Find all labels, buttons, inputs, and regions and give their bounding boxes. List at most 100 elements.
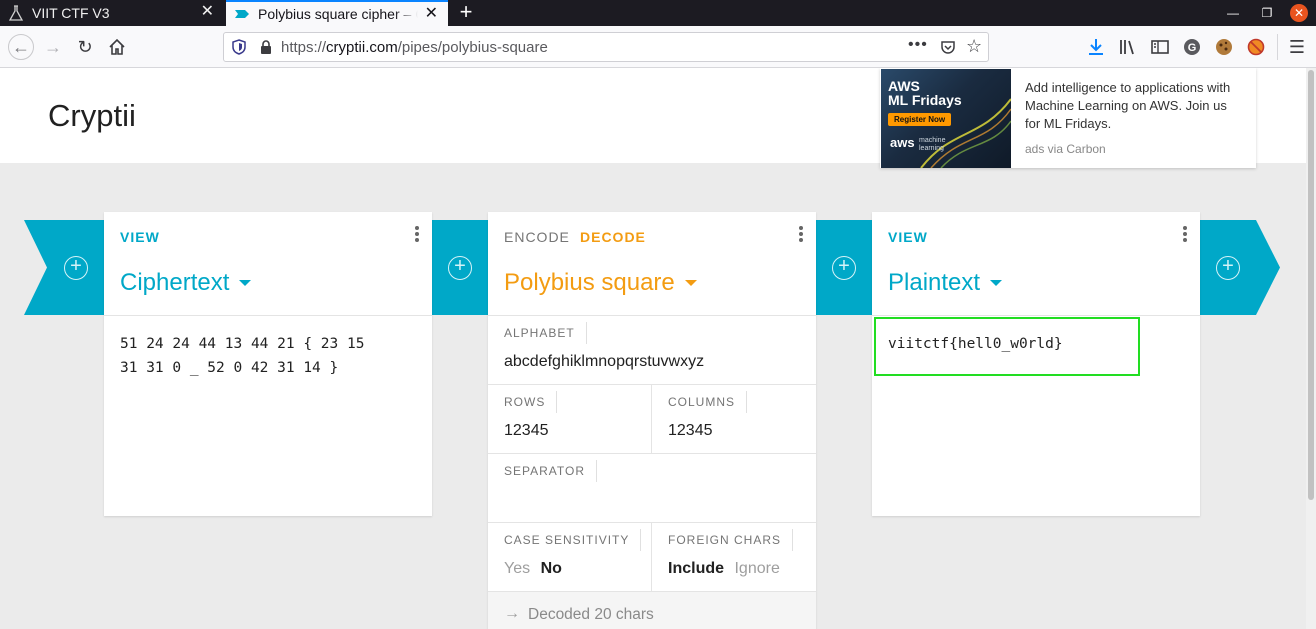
- card-title-label: Plaintext: [888, 269, 981, 296]
- url-bar[interactable]: https://cryptii.com/pipes/polybius-squar…: [223, 32, 989, 62]
- page-actions-more-icon[interactable]: •••: [908, 36, 928, 54]
- status-bar: → Decoded 20 chars: [488, 592, 816, 629]
- polybius-card: ENCODE DECODE Polybius square ALPHABET a…: [488, 212, 816, 629]
- pipe-end-arrow: [1200, 220, 1280, 315]
- url-path: /pipes/polybius-square: [397, 39, 548, 56]
- card-menu-icon[interactable]: [798, 226, 804, 244]
- mode-view[interactable]: VIEW: [888, 229, 928, 245]
- ciphertext-textarea[interactable]: 51 24 24 44 13 44 21 { 23 15 31 31 0 _ 5…: [120, 332, 364, 380]
- card-title-label: Polybius square: [504, 269, 675, 296]
- browser-tab-strip: VIIT CTF V3 ✕ Polybius square cipher – C…: [0, 0, 1316, 26]
- cryptii-icon: [235, 10, 249, 18]
- ciphertext-line: 31 31 0 _ 52 0 42 31 14 }: [120, 360, 339, 376]
- window-controls: — ❐ ✕: [1216, 0, 1316, 26]
- card-title-dropdown[interactable]: Ciphertext: [120, 269, 252, 297]
- scrollbar-thumb[interactable]: [1308, 70, 1314, 500]
- ad-image[interactable]: AWS ML Fridays Register Now aws machine l…: [881, 69, 1011, 168]
- separator-label: SEPARATOR: [504, 460, 598, 482]
- separator-field[interactable]: SEPARATOR: [488, 454, 816, 523]
- case-no-option[interactable]: No: [541, 560, 562, 577]
- bookmark-star-icon[interactable]: ☆: [966, 36, 982, 57]
- foreign-chars-field: FOREIGN CHARS Include Ignore: [652, 523, 816, 591]
- case-sensitivity-label: CASE SENSITIVITY: [504, 529, 642, 551]
- add-brick-icon[interactable]: +: [64, 256, 88, 280]
- arrow-right-icon: →: [504, 605, 520, 622]
- foreign-ignore-option[interactable]: Ignore: [734, 560, 779, 577]
- blocker-extension-icon[interactable]: [1246, 37, 1266, 57]
- card-title-label: Ciphertext: [120, 269, 230, 296]
- ad-text[interactable]: Add intelligence to applications with Ma…: [1025, 79, 1245, 133]
- ad-register-button[interactable]: Register Now: [888, 113, 952, 126]
- card-title-dropdown[interactable]: Plaintext: [888, 269, 1003, 297]
- lock-icon[interactable]: [260, 40, 272, 54]
- rows-label: ROWS: [504, 391, 558, 413]
- menu-hamburger-icon[interactable]: ☰: [1285, 35, 1309, 59]
- svg-text:G: G: [1188, 42, 1197, 54]
- sidebar-icon[interactable]: [1150, 37, 1170, 57]
- pocket-icon[interactable]: [940, 39, 956, 55]
- rows-value[interactable]: 12345: [504, 422, 549, 440]
- mode-decode[interactable]: DECODE: [580, 229, 646, 245]
- alphabet-value[interactable]: abcdefghiklmnopqrstuvwxyz: [504, 353, 704, 371]
- page-content: Cryptii AWS ML Fridays Register Now aws m…: [0, 68, 1306, 629]
- add-brick-icon[interactable]: +: [1216, 256, 1240, 280]
- mode-view[interactable]: VIEW: [120, 229, 160, 245]
- rows-field[interactable]: ROWS 12345: [488, 385, 652, 453]
- card-title-dropdown[interactable]: Polybius square: [504, 269, 697, 297]
- forward-button[interactable]: →: [41, 35, 65, 59]
- page-scrollbar[interactable]: [1306, 68, 1316, 629]
- close-window-icon[interactable]: ✕: [1290, 4, 1308, 22]
- caret-down-icon: [684, 280, 697, 286]
- card-menu-icon[interactable]: [1182, 226, 1188, 244]
- columns-value[interactable]: 12345: [668, 422, 713, 440]
- restore-icon[interactable]: ❐: [1250, 6, 1284, 20]
- plaintext-textarea[interactable]: viitctf{hell0_w0rld}: [888, 332, 1063, 356]
- close-tab-icon[interactable]: ✕: [425, 6, 438, 22]
- url-domain: cryptii.com: [326, 39, 398, 56]
- cookie-extension-icon[interactable]: [1214, 37, 1234, 57]
- status-text: Decoded 20 chars: [528, 606, 654, 623]
- add-brick-icon[interactable]: +: [832, 256, 856, 280]
- toolbar-divider: [1277, 34, 1278, 60]
- ciphertext-card: VIEW Ciphertext 51 24 24 44 13 44 21 { 2…: [104, 212, 432, 516]
- tab-title: Polybius square cipher – Cryptii: [258, 6, 418, 22]
- case-yes-option[interactable]: Yes: [504, 560, 530, 577]
- foreign-include-option[interactable]: Include: [668, 560, 724, 577]
- new-tab-button[interactable]: +: [456, 0, 476, 26]
- foreign-chars-label: FOREIGN CHARS: [668, 529, 794, 551]
- ctf-flask-icon: [8, 5, 24, 21]
- tab-polybius[interactable]: Polybius square cipher – Cryptii ✕: [226, 0, 448, 26]
- minimize-icon[interactable]: —: [1216, 6, 1250, 20]
- columns-field[interactable]: COLUMNS 12345: [652, 385, 816, 453]
- caret-down-icon: [239, 280, 252, 286]
- extension-g-icon[interactable]: G: [1182, 37, 1202, 57]
- columns-label: COLUMNS: [668, 391, 748, 413]
- ad-headline: AWS ML Fridays: [888, 79, 962, 107]
- tracking-protection-shield-icon[interactable]: [232, 39, 246, 55]
- close-tab-icon[interactable]: ✕: [201, 4, 214, 20]
- url-text[interactable]: https://cryptii.com/pipes/polybius-squar…: [281, 39, 548, 56]
- mode-encode[interactable]: ENCODE: [504, 229, 570, 245]
- card-menu-icon[interactable]: [414, 226, 420, 244]
- caret-down-icon: [990, 280, 1003, 286]
- add-brick-icon[interactable]: +: [448, 256, 472, 280]
- aws-logo-sub: machine learning: [919, 137, 946, 152]
- rows-columns-fields: ROWS 12345 COLUMNS 12345: [488, 385, 816, 454]
- case-sensitivity-options: Yes No: [504, 560, 562, 578]
- ciphertext-line: 51 24 24 44 13 44 21 { 23 15: [120, 336, 365, 352]
- site-title[interactable]: Cryptii: [48, 98, 136, 134]
- alphabet-field[interactable]: ALPHABET abcdefghiklmnopqrstuvwxyz: [488, 316, 816, 385]
- navigation-toolbar: ← → ↻ https://cryptii.com/pipes/polybius…: [0, 26, 1316, 68]
- card-header: ENCODE DECODE Polybius square: [488, 212, 816, 316]
- download-icon[interactable]: [1086, 37, 1106, 57]
- ad-via-carbon[interactable]: ads via Carbon: [1025, 142, 1106, 156]
- tab-viit-ctf[interactable]: VIIT CTF V3 ✕: [0, 0, 224, 26]
- library-icon[interactable]: [1118, 37, 1138, 57]
- aws-logo: aws: [890, 135, 915, 150]
- tab-title: VIIT CTF V3: [32, 5, 110, 21]
- back-button[interactable]: ←: [8, 34, 34, 60]
- card-header: VIEW Plaintext: [872, 212, 1200, 316]
- carbon-ad[interactable]: AWS ML Fridays Register Now aws machine l…: [880, 68, 1256, 168]
- home-button[interactable]: [105, 35, 129, 59]
- reload-button[interactable]: ↻: [73, 35, 97, 59]
